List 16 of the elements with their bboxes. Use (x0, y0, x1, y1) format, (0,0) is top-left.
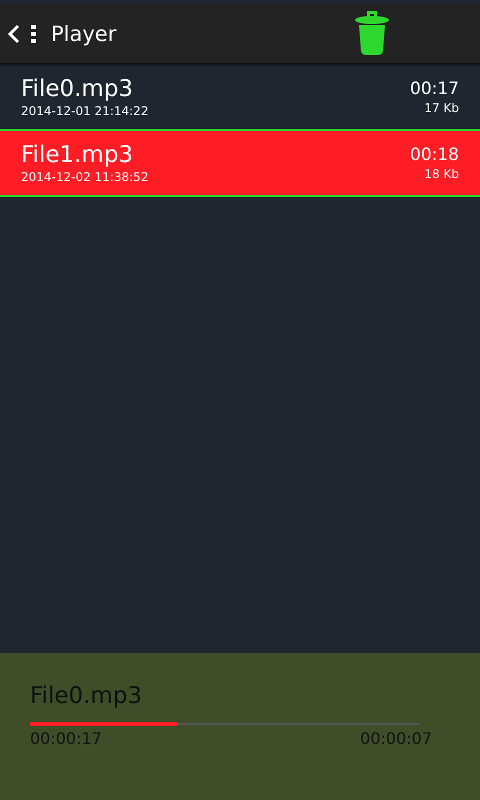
trash-icon[interactable] (355, 11, 389, 55)
menu-icon[interactable] (31, 24, 37, 44)
file-duration: 00:17 (410, 79, 459, 99)
elapsed-time: 00:00:17 (30, 729, 102, 748)
file-name: File0.mp3 (21, 76, 134, 102)
file-duration: 00:18 (410, 145, 459, 165)
file-size: 18 Kb (424, 167, 459, 181)
back-icon[interactable] (7, 24, 21, 44)
remaining-time: 00:00:07 (360, 729, 432, 748)
file-date: 2014-12-01 21:14:22 (21, 104, 148, 118)
file-name: File1.mp3 (21, 142, 134, 168)
file-date: 2014-12-02 11:38:52 (21, 170, 148, 184)
file-size: 17 Kb (424, 101, 459, 115)
toolbar-title: Player (51, 22, 116, 46)
file-row[interactable]: File1.mp3 2014-12-02 11:38:52 00:18 18 Kb (0, 131, 480, 197)
track-name: File0.mp3 (30, 683, 144, 709)
